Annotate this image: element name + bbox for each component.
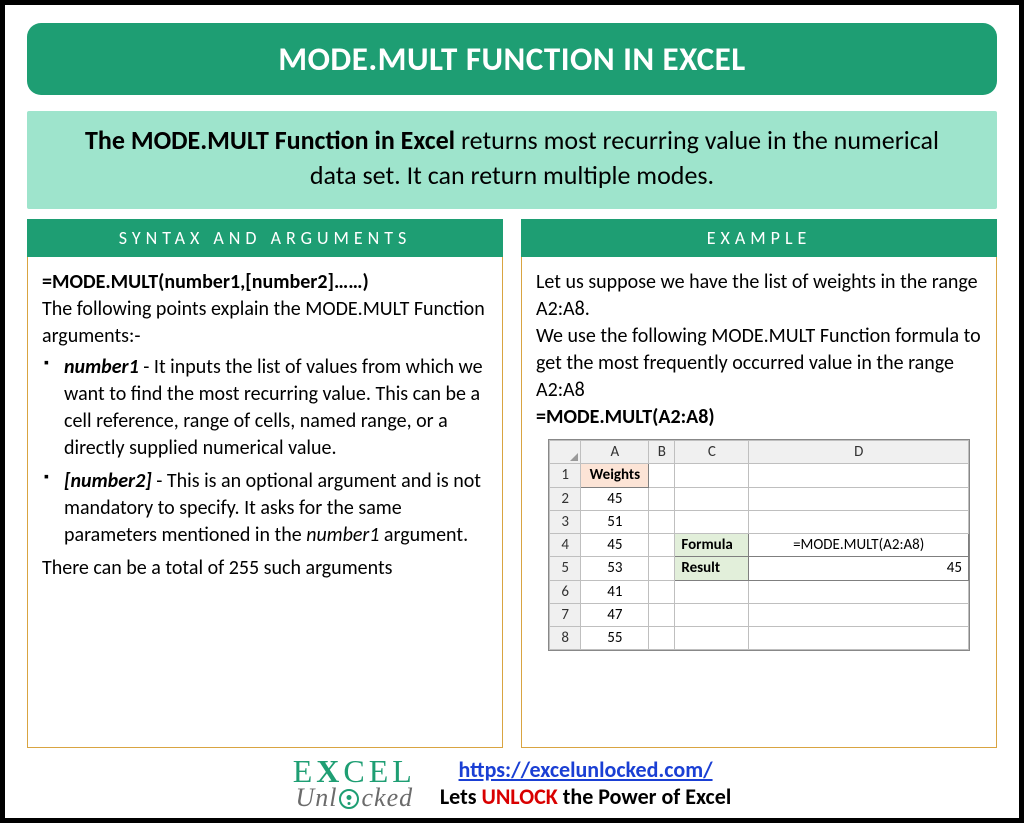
table-row: 7 47: [550, 603, 969, 626]
page-title-banner: MODE.MULT FUNCTION IN EXCEL: [27, 23, 997, 95]
cell-c3: [675, 510, 749, 533]
example-p2: We use the following MODE.MULT Function …: [536, 323, 982, 404]
col-header-d: D: [749, 441, 969, 464]
cell-d4: =MODE.MULT(A2:A8): [749, 534, 969, 557]
row-header: 2: [550, 487, 581, 510]
row-header: 5: [550, 557, 581, 580]
cell-a4: 45: [581, 534, 649, 557]
cell-c6: [675, 580, 749, 603]
example-heading: EXAMPLE: [521, 219, 997, 257]
cell-a6: 41: [581, 580, 649, 603]
cell-b1: [649, 464, 675, 487]
row-header: 6: [550, 580, 581, 603]
logo: EXCEL Unl cked: [293, 757, 416, 809]
syntax-arg-1: number1 - It inputs the list of values f…: [64, 354, 488, 462]
columns: SYNTAX AND ARGUMENTS =MODE.MULT(number1,…: [27, 221, 997, 748]
example-formula: =MODE.MULT(A2:A8): [536, 404, 982, 431]
cell-a3: 51: [581, 510, 649, 533]
spreadsheet: A B C D 1 Weights 2 45: [548, 439, 970, 651]
select-all-corner: [550, 441, 581, 464]
cell-d3: [749, 510, 969, 533]
syntax-body: =MODE.MULT(number1,[number2]……) The foll…: [28, 267, 502, 588]
footer-link[interactable]: https://excelunlocked.com/: [459, 756, 713, 783]
arg2-name: [number2]: [64, 469, 152, 493]
col-header-c: C: [675, 441, 749, 464]
logo-line1: EXCEL: [293, 757, 416, 786]
cell-d2: [749, 487, 969, 510]
example-p1: Let us suppose we have the list of weigh…: [536, 269, 982, 323]
logo-l2-pre: Unl: [295, 786, 337, 809]
table-row: 8 55: [550, 627, 969, 650]
table-row: 4 45 Formula =MODE.MULT(A2:A8): [550, 534, 969, 557]
logo-l2-post: cked: [361, 786, 413, 809]
cell-b6: [649, 580, 675, 603]
cell-c4: Formula: [675, 534, 749, 557]
syntax-panel: SYNTAX AND ARGUMENTS =MODE.MULT(number1,…: [27, 221, 503, 748]
keyhole-icon: [339, 789, 359, 809]
footer-text: https://excelunlocked.com/ Lets UNLOCK t…: [440, 756, 731, 810]
row-header: 7: [550, 603, 581, 626]
logo-line2: Unl cked: [295, 786, 413, 809]
row-header: 4: [550, 534, 581, 557]
tagline-post: the Power of Excel: [558, 783, 731, 810]
spreadsheet-table: A B C D 1 Weights 2 45: [549, 440, 969, 650]
col-header-a: A: [581, 441, 649, 464]
cell-c7: [675, 603, 749, 626]
cell-d5: 45: [749, 557, 969, 580]
cell-a7: 47: [581, 603, 649, 626]
tagline-pre: Lets: [440, 783, 482, 810]
tagline-unlock: UNLOCK: [481, 783, 557, 810]
cell-a8: 55: [581, 627, 649, 650]
cell-d1: [749, 464, 969, 487]
cell-b7: [649, 603, 675, 626]
sheet-col-headers: A B C D: [550, 441, 969, 464]
cell-c8: [675, 627, 749, 650]
cell-a5: 53: [581, 557, 649, 580]
row-header: 8: [550, 627, 581, 650]
arg2-tail-italic: number1: [306, 523, 379, 547]
cell-b2: [649, 487, 675, 510]
cell-c5: Result: [675, 557, 749, 580]
arg2-tail-after: argument.: [379, 523, 468, 547]
example-body: Let us suppose we have the list of weigh…: [522, 267, 996, 657]
syntax-args: number1 - It inputs the list of values f…: [42, 354, 488, 549]
cell-b8: [649, 627, 675, 650]
row-header: 1: [550, 464, 581, 487]
example-panel: EXAMPLE Let us suppose we have the list …: [521, 221, 997, 748]
cell-a1: Weights: [581, 464, 649, 487]
arg1-name: number1: [64, 355, 139, 379]
syntax-formula: =MODE.MULT(number1,[number2]……): [42, 269, 488, 296]
cell-c1: [675, 464, 749, 487]
table-row: 3 51: [550, 510, 969, 533]
footer: EXCEL Unl cked https://excelunlocked.com/…: [27, 748, 997, 810]
cell-d8: [749, 627, 969, 650]
table-row: 1 Weights: [550, 464, 969, 487]
description-bold: The MODE.MULT Function in Excel: [85, 124, 455, 156]
row-header: 3: [550, 510, 581, 533]
cell-d7: [749, 603, 969, 626]
cell-b5: [649, 557, 675, 580]
cell-b4: [649, 534, 675, 557]
cell-c2: [675, 487, 749, 510]
syntax-heading: SYNTAX AND ARGUMENTS: [27, 219, 503, 257]
cell-d6: [749, 580, 969, 603]
description-banner: The MODE.MULT Function in Excel returns …: [27, 111, 997, 209]
syntax-arg-2: [number2] - This is an optional argument…: [64, 468, 488, 549]
table-row: 2 45: [550, 487, 969, 510]
syntax-footer: There can be a total of 255 such argumen…: [42, 555, 488, 582]
cell-b3: [649, 510, 675, 533]
col-header-b: B: [649, 441, 675, 464]
table-row: 5 53 Result 45: [550, 557, 969, 580]
table-row: 6 41: [550, 580, 969, 603]
syntax-intro: The following points explain the MODE.MU…: [42, 296, 488, 350]
cell-a2: 45: [581, 487, 649, 510]
